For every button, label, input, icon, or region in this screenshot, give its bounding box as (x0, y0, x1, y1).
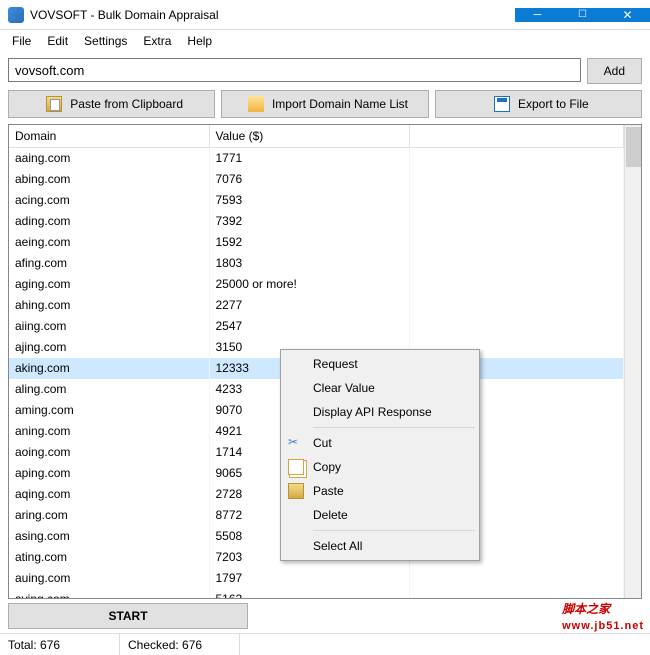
scrollbar[interactable] (624, 125, 641, 598)
table-row[interactable]: abing.com7076 (9, 169, 624, 190)
start-button[interactable]: START (8, 603, 248, 629)
window-title: VOVSOFT - Bulk Domain Appraisal (30, 8, 515, 22)
cell-domain: aling.com (9, 379, 209, 400)
status-total: Total: 676 (0, 634, 120, 655)
menu-file[interactable]: File (4, 31, 39, 51)
cell-value: 1803 (209, 253, 409, 274)
cell-value: 5162 (209, 589, 409, 600)
table-row[interactable]: auing.com1797 (9, 568, 624, 589)
cell-domain: aning.com (9, 421, 209, 442)
cell-domain: aping.com (9, 463, 209, 484)
cell-domain: aging.com (9, 274, 209, 295)
paste-icon (288, 483, 304, 499)
table-row[interactable]: ading.com7392 (9, 211, 624, 232)
table-row[interactable]: ahing.com2277 (9, 295, 624, 316)
status-checked: Checked: 676 (120, 634, 240, 655)
cell-domain: ating.com (9, 547, 209, 568)
table-row[interactable]: aeing.com1592 (9, 232, 624, 253)
cell-value: 1771 (209, 148, 409, 169)
cell-domain: aving.com (9, 589, 209, 600)
cell-domain: asing.com (9, 526, 209, 547)
table-row[interactable]: aiing.com2547 (9, 316, 624, 337)
menu-item-delete[interactable]: Delete (283, 503, 477, 527)
cell-domain: abing.com (9, 169, 209, 190)
minimize-button[interactable] (515, 8, 560, 22)
copy-icon (288, 459, 304, 475)
cell-value: 7076 (209, 169, 409, 190)
context-menu: RequestClear ValueDisplay API Response Cu… (280, 349, 480, 561)
menu-item-display-api-response[interactable]: Display API Response (283, 400, 477, 424)
table-row[interactable]: aaing.com1771 (9, 148, 624, 169)
folder-icon (248, 96, 264, 112)
table-row[interactable]: afing.com1803 (9, 253, 624, 274)
menu-item-clear-value[interactable]: Clear Value (283, 376, 477, 400)
cell-value: 2277 (209, 295, 409, 316)
status-bar: Total: 676 Checked: 676 (0, 633, 650, 655)
cell-value: 2547 (209, 316, 409, 337)
menu-item-cut[interactable]: Cut (283, 431, 477, 455)
cell-domain: auing.com (9, 568, 209, 589)
cut-icon (288, 435, 304, 451)
app-icon (8, 7, 24, 23)
cell-domain: ading.com (9, 211, 209, 232)
cell-domain: aqing.com (9, 484, 209, 505)
menu-item-paste[interactable]: Paste (283, 479, 477, 503)
titlebar[interactable]: VOVSOFT - Bulk Domain Appraisal (0, 0, 650, 30)
col-domain[interactable]: Domain (9, 125, 209, 148)
maximize-button[interactable] (560, 8, 605, 22)
table-row[interactable]: aging.com25000 or more! (9, 274, 624, 295)
table-row[interactable]: acing.com7593 (9, 190, 624, 211)
menu-item-copy[interactable]: Copy (283, 455, 477, 479)
cell-domain: ahing.com (9, 295, 209, 316)
cell-domain: aring.com (9, 505, 209, 526)
paste-clipboard-button[interactable]: Paste from Clipboard (8, 90, 215, 118)
cell-domain: acing.com (9, 190, 209, 211)
export-file-button[interactable]: Export to File (435, 90, 642, 118)
cell-value: 7593 (209, 190, 409, 211)
menu-separator (313, 427, 475, 428)
cell-domain: aming.com (9, 400, 209, 421)
cell-value: 1592 (209, 232, 409, 253)
table-row[interactable]: aving.com5162 (9, 589, 624, 600)
col-value[interactable]: Value ($) (209, 125, 409, 148)
cell-domain: aoing.com (9, 442, 209, 463)
menu-separator (313, 530, 475, 531)
clipboard-icon (46, 96, 62, 112)
cell-value: 7392 (209, 211, 409, 232)
cell-domain: aaing.com (9, 148, 209, 169)
menu-settings[interactable]: Settings (76, 31, 135, 51)
menu-item-request[interactable]: Request (283, 352, 477, 376)
cell-domain: aiing.com (9, 316, 209, 337)
scrollbar-thumb[interactable] (626, 127, 641, 167)
cell-domain: aking.com (9, 358, 209, 379)
menu-help[interactable]: Help (179, 31, 220, 51)
menubar: File Edit Settings Extra Help (0, 30, 650, 52)
add-button[interactable]: Add (587, 58, 642, 84)
cell-value: 25000 or more! (209, 274, 409, 295)
cell-domain: ajing.com (9, 337, 209, 358)
cell-value: 1797 (209, 568, 409, 589)
col-spacer (409, 125, 624, 148)
menu-edit[interactable]: Edit (39, 31, 76, 51)
import-list-button[interactable]: Import Domain Name List (221, 90, 428, 118)
cell-domain: aeing.com (9, 232, 209, 253)
domain-input[interactable] (8, 58, 581, 82)
cell-domain: afing.com (9, 253, 209, 274)
close-button[interactable] (605, 8, 650, 22)
menu-extra[interactable]: Extra (135, 31, 179, 51)
menu-item-select-all[interactable]: Select All (283, 534, 477, 558)
save-icon (494, 96, 510, 112)
